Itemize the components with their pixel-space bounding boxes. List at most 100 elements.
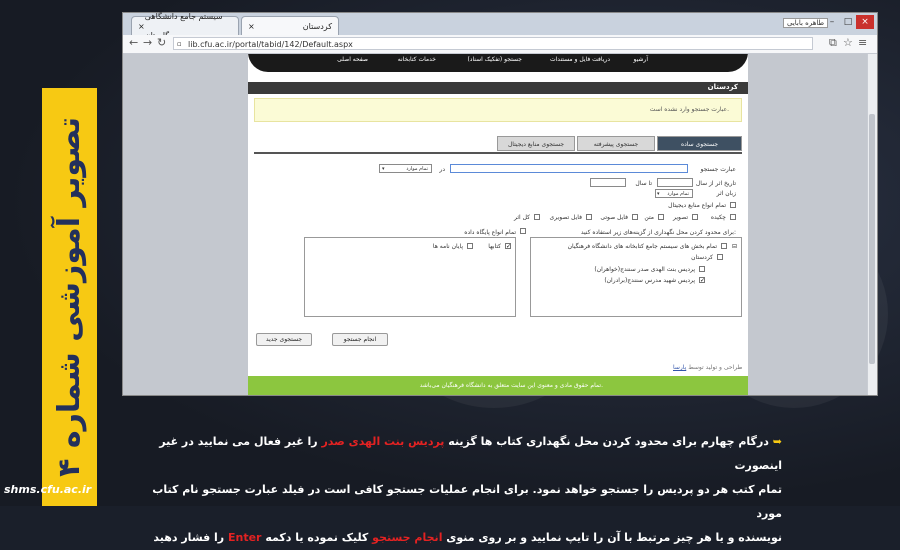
caption-highlight-campus: پردیس بنت الهدی صدر [321, 435, 445, 448]
section-titlebar: کردستان [248, 82, 748, 94]
tree-campus1-checkbox[interactable] [699, 266, 705, 272]
browser-tab-label: کردستان [302, 21, 332, 31]
caption-line-3-c: را فشار دهید [153, 531, 228, 544]
media-type-label: کل اثر [514, 214, 530, 221]
nav-item-downloads[interactable]: دریافت فایل و مستندات [550, 56, 610, 63]
media-type-checkbox[interactable] [586, 214, 592, 220]
all-digital-checkbox[interactable] [730, 202, 736, 208]
browser-window: × سیستم جامع دانشگاهی گلستان × کردستان ط… [122, 12, 878, 396]
page-scrollbar[interactable] [867, 54, 877, 395]
all-db-types-label: تمام انواع پایگاه داده [464, 229, 516, 236]
caption-line-3-a: نویسنده و یا هر چیز مرتبط با آن را تایپ … [442, 531, 782, 544]
portal-footer: تمام حقوق مادی و معنوی این سایت متعلق به… [248, 376, 748, 395]
tab-close-icon[interactable]: × [138, 17, 145, 36]
reload-icon[interactable]: ↻ [157, 36, 166, 49]
bookmark-star-icon[interactable]: ☆ [843, 36, 853, 49]
design-credit-link[interactable]: پارسا [673, 364, 686, 371]
tree-province-checkbox[interactable] [717, 254, 723, 260]
scrollbar-thumb[interactable] [869, 114, 875, 364]
browser-tab-kurdistan[interactable]: × کردستان [241, 16, 339, 35]
year-from-input[interactable] [657, 178, 693, 187]
slide-banner-title: تصویر آموزشی شماره ۴ [52, 117, 87, 477]
location-tree-panel: ⊟ تمام بخش های سیستم جامع کتابخانه های د… [530, 237, 742, 317]
tree-collapse-icon[interactable]: ⊟ [732, 243, 737, 250]
db-type-books-checkbox[interactable]: ✓ [505, 243, 511, 250]
media-type-checkbox[interactable] [632, 214, 638, 220]
all-db-types-checkbox[interactable] [520, 228, 526, 234]
db-type-theses-checkbox[interactable] [467, 243, 473, 249]
address-url: lib.cfu.ac.ir/portal/tabid/142/Default.a… [188, 40, 353, 49]
language-select[interactable]: تمام موارد ▾ [655, 189, 693, 198]
media-type-label: فایل تصویری [549, 214, 582, 221]
nav-item-archive[interactable]: آرشیو [633, 56, 648, 63]
caption-line-1-a: درگام چهارم برای محدود کردن محل نگهداری … [444, 435, 769, 448]
search-button[interactable]: انجام جستجو [332, 333, 388, 346]
close-window-icon[interactable]: × [856, 15, 874, 29]
chevron-down-icon: ▾ [657, 191, 660, 197]
caption-line-3-b: کلیک نموده یا دکمه [261, 531, 373, 544]
address-bar[interactable]: ▫ lib.cfu.ac.ir/portal/tabid/142/Default… [173, 37, 813, 50]
all-digital-label: تمام انواع منابع دیجیتال [668, 202, 726, 209]
menu-icon[interactable]: ≡ [858, 36, 867, 49]
site-url-label: shms.cfu.ac.ir [4, 483, 92, 496]
search-in-label: در [439, 166, 445, 173]
new-tab-button[interactable] [341, 16, 363, 35]
search-tabs: جستجوی ساده جستجوی پیشرفته جستجوی منابع … [254, 136, 742, 154]
tree-province-label: کردستان [691, 254, 713, 261]
footer-text: تمام حقوق مادی و معنوی این سایت متعلق به… [419, 382, 603, 389]
section-title: کردستان [707, 83, 738, 91]
page-viewport: صفحه اصلی خدمات کتابخانه جستجو (تفکیک اس… [123, 54, 869, 395]
restrict-location-label: برای محدود کردن محل نگهداری از گزینه‌های… [580, 229, 736, 236]
forward-icon[interactable]: → [143, 36, 152, 49]
language-select-value: تمام موارد [667, 191, 689, 197]
media-type-checkbox[interactable] [658, 214, 664, 220]
search-input[interactable] [450, 164, 688, 173]
profile-badge[interactable]: طاهره بابایی [783, 18, 829, 28]
search-field-select[interactable]: تمام موارد ▾ [379, 164, 432, 173]
nav-item-search[interactable]: جستجو (تفکیک اسناد) [467, 56, 522, 63]
caption-highlight-search: انجام جستجو [372, 531, 443, 544]
slide-banner-text-wrap: تصویر آموزشی شماره ۴ [42, 88, 97, 506]
media-type-checkbox[interactable] [534, 214, 540, 220]
warning-message: عبارت جستجو وارد نشده است. [254, 98, 742, 122]
caption-line-1: ➥ درگام چهارم برای محدود کردن محل نگهدار… [152, 430, 782, 478]
tree-root-label: تمام بخش های سیستم جامع کتابخانه های دان… [567, 243, 717, 250]
tree-root-checkbox[interactable] [721, 243, 727, 249]
warning-message-text: عبارت جستجو وارد نشده است. [649, 106, 729, 113]
db-type-books-label: کتابها [488, 243, 501, 250]
bullet-arrow-icon: ➥ [772, 435, 782, 448]
language-label: زبان اثر [716, 190, 736, 197]
nav-item-home[interactable]: صفحه اصلی [337, 56, 368, 63]
browser-tab-golestan[interactable]: × سیستم جامع دانشگاهی گلستان [131, 12, 239, 40]
translate-icon[interactable]: ⧉ [829, 36, 837, 50]
tab-simple-search[interactable]: جستجوی ساده [657, 136, 742, 151]
nav-item-library-services[interactable]: خدمات کتابخانه [398, 56, 436, 63]
portal-page: صفحه اصلی خدمات کتابخانه جستجو (تفکیک اس… [248, 54, 748, 395]
media-type-label: تصویر [673, 214, 688, 221]
year-to-input[interactable] [590, 178, 626, 187]
browser-tabbar: × سیستم جامع دانشگاهی گلستان × کردستان ط… [123, 12, 877, 40]
media-type-label: متن [644, 214, 654, 221]
browser-toolbar: ← → ↻ ▫ lib.cfu.ac.ir/portal/tabid/142/D… [123, 35, 877, 54]
media-type-label: چکیده [710, 214, 726, 221]
media-type-label: فایل صوتی [600, 214, 628, 221]
search-field-select-value: تمام موارد [406, 166, 428, 172]
tree-campus2-checkbox[interactable]: ✓ [699, 277, 705, 284]
back-icon[interactable]: ← [129, 36, 138, 49]
portal-topnav: صفحه اصلی خدمات کتابخانه جستجو (تفکیک اس… [248, 54, 748, 72]
tab-digital-search[interactable]: جستجوی منابع دیجیتال [497, 136, 575, 151]
tree-campus2-label: پردیس شهید مدرس سنندج(برادران) [604, 277, 695, 284]
tab-advanced-search[interactable]: جستجوی پیشرفته [577, 136, 655, 151]
maximize-icon[interactable]: □ [839, 15, 857, 29]
caption-line-3: نویسنده و یا هر چیز مرتبط با آن را تایپ … [152, 526, 782, 550]
search-phrase-label: عبارت جستجو [700, 166, 736, 173]
tab-close-icon[interactable]: × [248, 17, 255, 36]
db-type-theses-label: پایان نامه ها [432, 243, 463, 250]
year-from-label: تاریخ اثر از سال [695, 180, 736, 187]
year-to-label: تا سال [635, 180, 652, 187]
media-type-checkbox[interactable] [730, 214, 736, 220]
media-type-checkbox[interactable] [692, 214, 698, 220]
page-icon: ▫ [177, 40, 182, 48]
new-search-button[interactable]: جستجوی جدید [256, 333, 312, 346]
caption-highlight-enter: Enter [227, 531, 262, 544]
